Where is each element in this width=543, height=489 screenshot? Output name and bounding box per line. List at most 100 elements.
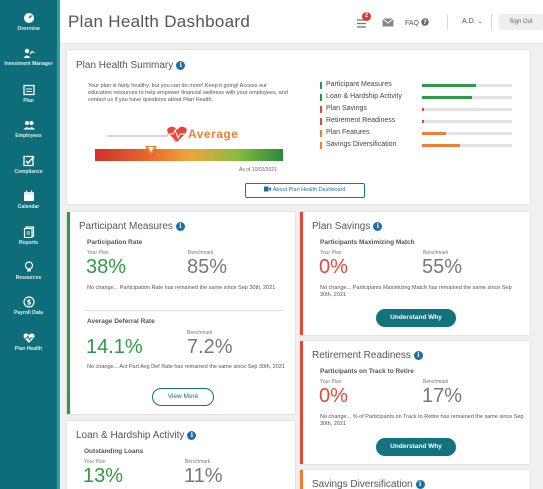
- header-divider: [447, 14, 448, 30]
- sidebar-item-employees[interactable]: Employees: [0, 119, 57, 139]
- metric-progress-track: [422, 96, 512, 99]
- retirement-readiness-title: Retirement Readiness i: [312, 350, 423, 361]
- investment-icon: [23, 47, 35, 59]
- participation-rate-benchmark: 85%: [187, 256, 228, 278]
- sidebar-item-overview[interactable]: Overview: [0, 12, 57, 32]
- on-track-note: No change... % of Participants on Track …: [320, 414, 524, 427]
- deferral-rate-benchmark: 7.2%: [187, 336, 233, 358]
- info-icon[interactable]: i: [373, 222, 383, 231]
- metric-color-marker: [320, 142, 322, 149]
- sidebar-item-label: Overview: [17, 26, 40, 32]
- section-title-text: Savings Diversification: [312, 479, 413, 489]
- checkbox-icon: [22, 155, 35, 167]
- sidebar-item-investment-manager[interactable]: Investment Manager: [0, 47, 57, 67]
- metric-progress-track: [422, 132, 512, 135]
- understand-why-button[interactable]: Understand Why: [376, 438, 456, 456]
- loan-hardship-card: Loan & Hardship Activity i Outstanding Lo…: [67, 421, 295, 489]
- sidebar: Overview Investment Manager Plan Employe…: [0, 0, 60, 489]
- on-track-title: Participants on Track to Retire: [320, 368, 414, 375]
- faq-label: FAQ: [405, 20, 420, 27]
- health-metric-row[interactable]: Savings Diversification: [320, 140, 520, 152]
- maximizing-match-value: 0%: [319, 256, 348, 278]
- metric-progress-fill: [422, 108, 424, 111]
- messages-button[interactable]: [382, 18, 394, 30]
- plan-savings-card: Plan Savings i Participants Maximizing Ma…: [300, 212, 530, 335]
- section-title-text: Loan & Hardship Activity: [76, 430, 185, 441]
- sign-out-button[interactable]: Sign Out: [499, 14, 543, 30]
- deferral-rate-note: No change... Act Part Avg Def Rate has r…: [87, 364, 286, 370]
- section-title-text: Plan Savings: [312, 221, 371, 232]
- loan-hardship-title: Loan & Hardship Activity i: [76, 430, 197, 441]
- sidebar-item-label: Investment Manager: [4, 61, 53, 67]
- metric-color-marker: [320, 94, 322, 101]
- health-metric-row[interactable]: Retirement Readiness: [320, 116, 520, 128]
- metric-color-marker: [320, 82, 322, 89]
- metric-label: Retirement Readiness: [326, 117, 396, 124]
- info-icon[interactable]: i: [176, 61, 186, 70]
- sidebar-item-plan-health[interactable]: Plan Health: [0, 332, 57, 352]
- metric-label: Participant Measures: [326, 81, 392, 88]
- sidebar-item-label: Employees: [15, 133, 42, 139]
- metric-color-marker: [320, 130, 322, 137]
- metric-progress-fill: [422, 132, 447, 135]
- faq-link[interactable]: FAQ ?: [405, 18, 429, 27]
- sidebar-item-label: Compliance: [14, 169, 43, 175]
- health-metric-row[interactable]: Plan Savings: [320, 104, 520, 116]
- info-icon[interactable]: i: [413, 351, 423, 360]
- outstanding-loans-value: 13%: [83, 465, 124, 487]
- as-of-date: As of 10/02/2021: [239, 167, 277, 173]
- chevron-down-icon: ⌄: [477, 19, 483, 25]
- savings-diversification-title: Savings Diversification i: [312, 479, 425, 489]
- plan-icon: [22, 84, 35, 96]
- view-more-button[interactable]: View More: [152, 388, 214, 406]
- reports-icon: [23, 226, 35, 239]
- section-divider: [84, 310, 284, 311]
- sidebar-item-calendar[interactable]: Calendar: [0, 190, 57, 210]
- understand-why-button[interactable]: Understand Why: [376, 309, 456, 327]
- metric-color-marker: [320, 106, 322, 113]
- participation-rate-value: 38%: [86, 256, 127, 278]
- metric-progress-track: [422, 108, 512, 111]
- sidebar-item-label: Reports: [19, 240, 38, 246]
- metric-progress-track: [422, 120, 512, 123]
- metric-label: Savings Diversification: [326, 141, 397, 148]
- sidebar-item-resources[interactable]: Resources: [0, 261, 57, 281]
- page-title: Plan Health Dashboard: [68, 12, 251, 31]
- sidebar-item-label: Plan Health: [14, 346, 43, 352]
- metric-progress-fill: [422, 144, 460, 147]
- sidebar-item-reports[interactable]: Reports: [0, 226, 57, 246]
- outstanding-loans-benchmark: 11%: [184, 465, 223, 487]
- on-track-value: 0%: [319, 385, 348, 407]
- section-title-text: Retirement Readiness: [312, 350, 411, 361]
- user-label: A.D.: [462, 18, 476, 25]
- summary-title: Plan Health Summary i: [76, 60, 186, 71]
- health-metric-row[interactable]: Loan & Hardship Activity: [320, 92, 520, 104]
- sidebar-item-label: Resources: [15, 275, 42, 281]
- info-icon[interactable]: i: [175, 222, 185, 231]
- outstanding-loans-title: Outstanding Loans: [84, 448, 144, 455]
- plan-savings-title: Plan Savings i: [312, 221, 383, 232]
- help-icon: ?: [421, 18, 429, 26]
- health-metric-list: Participant Measures Loan & Hardship Acti…: [320, 80, 520, 152]
- info-icon[interactable]: i: [187, 431, 197, 440]
- metric-color-marker: [320, 118, 322, 125]
- calendar-icon: [23, 190, 35, 202]
- participation-rate-note: No change... Participation Rate has rema…: [87, 285, 276, 291]
- info-icon[interactable]: i: [415, 480, 425, 489]
- svg-text:$: $: [26, 299, 31, 307]
- summary-description: Your plan is fairly healthy, but you can…: [88, 83, 288, 103]
- about-plan-health-button[interactable]: About Plan Health Dashboard: [245, 183, 365, 198]
- sidebar-item-payroll-data[interactable]: $ Payroll Data: [0, 296, 57, 316]
- about-button-label: About Plan Health Dashboard: [272, 187, 346, 193]
- participation-rate-title: Participation Rate: [87, 239, 143, 246]
- sidebar-item-plan[interactable]: Plan: [0, 84, 57, 104]
- people-icon: [23, 119, 35, 131]
- savings-diversification-card: Savings Diversification i: [300, 470, 530, 489]
- sidebar-item-compliance[interactable]: Compliance: [0, 155, 57, 175]
- health-metric-row[interactable]: Participant Measures: [320, 80, 520, 92]
- health-metric-row[interactable]: Plan Features: [320, 128, 520, 140]
- sidebar-item-label: Payroll Data: [14, 310, 43, 316]
- user-menu[interactable]: A.D. ⌄: [462, 18, 483, 25]
- dashboard-icon: [23, 12, 35, 24]
- participant-measures-card: Participant Measures i Participation Rate…: [67, 212, 295, 414]
